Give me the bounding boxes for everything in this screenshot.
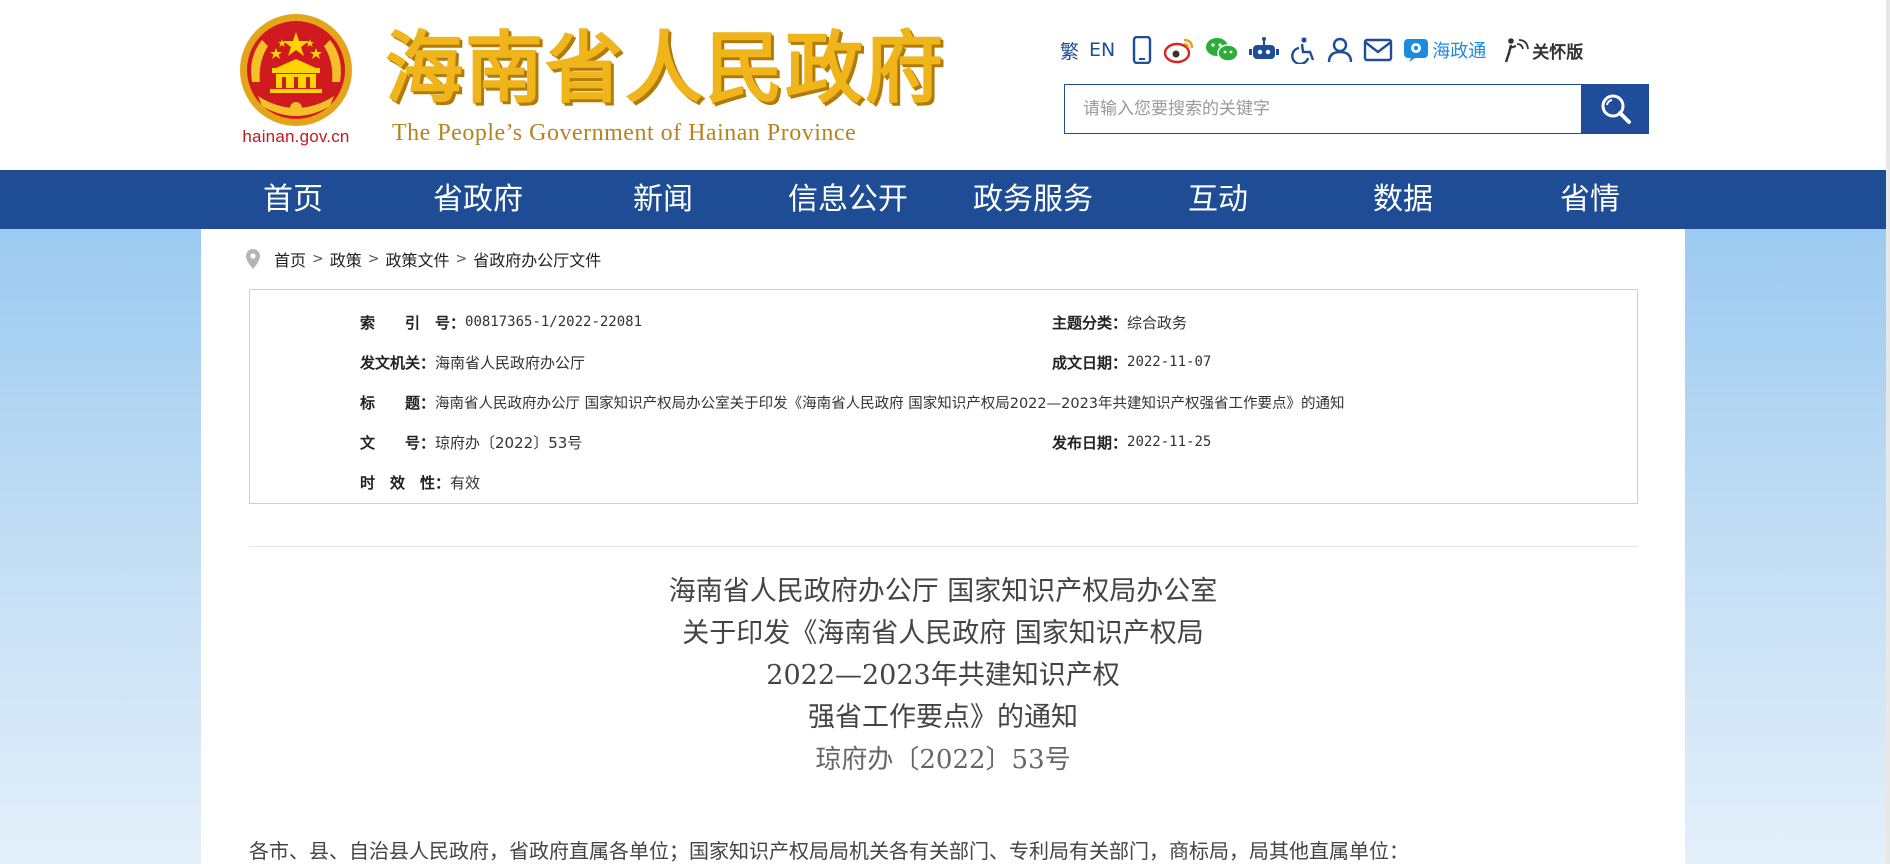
nav-item-interaction[interactable]: 互动 — [1188, 170, 1248, 229]
breadcrumb-policy-documents[interactable]: 政策文件 — [386, 247, 450, 271]
meta-validity-label: 时 效 性： — [360, 473, 451, 492]
search-input[interactable] — [1065, 85, 1581, 133]
nav-item-government[interactable]: 省政府 — [433, 170, 523, 229]
meta-issuer-value: 海南省人民政府办公厅 — [435, 353, 586, 372]
meta-title: 标 题： 海南省人民政府办公厅 国家知识产权局办公室关于印发《海南省人民政府 国… — [360, 392, 1345, 412]
meta-index: 索 引 号： 00817365-1/2022-22081 — [360, 312, 642, 332]
site-title-cn[interactable]: 海南省人民政府 — [385, 24, 945, 114]
english-link[interactable]: EN — [1089, 33, 1115, 67]
traditional-chinese-link[interactable]: 繁 — [1060, 33, 1079, 67]
meta-validity-value: 有效 — [450, 473, 481, 492]
elderly-mode-label: 关怀版 — [1532, 42, 1584, 63]
meta-docno-value: 琼府办〔2022〕53号 — [435, 433, 583, 452]
nav-item-disclosure[interactable]: 信息公开 — [788, 170, 908, 229]
meta-title-label: 标 题： — [360, 393, 436, 412]
meta-published-label: 发布日期： — [1052, 433, 1128, 452]
header-toolbar: 繁 EN 海政通 关怀版 — [1060, 33, 1593, 67]
national-emblem-icon[interactable] — [238, 12, 354, 128]
meta-topic: 主题分类： 综合政务 — [1052, 312, 1187, 332]
haizhengtong-link[interactable]: 海政通 — [1403, 33, 1486, 67]
breadcrumb-separator: > — [367, 251, 380, 267]
wechat-icon[interactable] — [1205, 33, 1239, 67]
elderly-care-icon — [1505, 38, 1530, 63]
meta-created-value: 2022-11-07 — [1127, 354, 1212, 370]
search-box — [1064, 84, 1582, 134]
meta-title-value: 海南省人民政府办公厅 国家知识产权局办公室关于印发《海南省人民政府 国家知识产权… — [435, 395, 1345, 412]
meta-created-date: 成文日期： 2022-11-07 — [1052, 352, 1211, 372]
site-header: hainan.gov.cn 海南省人民政府 The People’s Gover… — [0, 0, 1890, 170]
weibo-icon[interactable] — [1163, 33, 1195, 67]
breadcrumb-policy[interactable]: 政策 — [330, 247, 362, 271]
nav-item-province-info[interactable]: 省情 — [1560, 170, 1620, 229]
document-title: 海南省人民政府办公厅 国家知识产权局办公室 关于印发《海南省人民政府 国家知识产… — [201, 571, 1685, 739]
document-number: 琼府办〔2022〕53号 — [815, 745, 1071, 775]
content-divider — [249, 546, 1638, 547]
site-domain: hainan.gov.cn — [242, 127, 350, 146]
elderly-mode-link[interactable]: 关怀版 — [1502, 33, 1583, 67]
breadcrumb-separator: > — [312, 251, 324, 267]
accessibility-icon[interactable] — [1289, 33, 1317, 67]
mobile-icon[interactable] — [1131, 33, 1153, 67]
breadcrumb: 首页 > 政策 > 政策文件 > 省政府办公厅文件 — [246, 248, 601, 270]
user-icon[interactable] — [1327, 33, 1353, 67]
breadcrumb-separator: > — [455, 251, 468, 267]
robot-icon[interactable] — [1249, 33, 1280, 67]
mail-icon[interactable] — [1363, 33, 1393, 67]
document-title-line: 强省工作要点》的通知 — [808, 702, 1078, 733]
location-pin-icon — [246, 249, 260, 269]
meta-index-label: 索 引 号： — [360, 313, 466, 332]
meta-index-value: 00817365-1/2022-22081 — [465, 314, 643, 330]
document-metadata-table: 索 引 号： 00817365-1/2022-22081 主题分类： 综合政务 … — [249, 289, 1638, 504]
nav-item-news[interactable]: 新闻 — [633, 170, 693, 229]
main-nav: 首页 省政府 新闻 信息公开 政务服务 互动 数据 省情 — [0, 170, 1886, 229]
document-recipients: 各市、县、自治县人民政府，省政府直属各单位；国家知识产权局局机关各有关部门、专利… — [249, 839, 1409, 863]
document-title-line: 2022—2023年共建知识产权 — [766, 660, 1120, 691]
meta-issuer-label: 发文机关： — [360, 353, 436, 372]
meta-topic-value: 综合政务 — [1127, 313, 1188, 332]
meta-published-value: 2022-11-25 — [1127, 434, 1212, 450]
nav-item-data[interactable]: 数据 — [1373, 170, 1433, 229]
nav-item-services[interactable]: 政务服务 — [973, 170, 1093, 229]
meta-published-date: 发布日期： 2022-11-25 — [1052, 432, 1211, 452]
page-scrollbar[interactable] — [1886, 0, 1890, 864]
haizhengtong-label: 海政通 — [1432, 41, 1487, 62]
search-button[interactable] — [1582, 84, 1649, 134]
meta-validity: 时 效 性： 有效 — [360, 472, 480, 492]
search-icon — [1601, 94, 1631, 124]
breadcrumb-home[interactable]: 首页 — [274, 247, 306, 271]
nav-item-home[interactable]: 首页 — [263, 170, 323, 229]
content-panel: 首页 > 政策 > 政策文件 > 省政府办公厅文件 索 引 号： 0081736… — [201, 229, 1685, 864]
document-title-line: 关于印发《海南省人民政府 国家知识产权局 — [682, 618, 1204, 649]
meta-topic-label: 主题分类： — [1052, 313, 1128, 332]
meta-issuer: 发文机关： 海南省人民政府办公厅 — [360, 352, 585, 372]
breadcrumb-office-documents[interactable]: 省政府办公厅文件 — [473, 247, 601, 271]
meta-doc-number: 文 号： 琼府办〔2022〕53号 — [360, 432, 582, 452]
meta-docno-label: 文 号： — [360, 433, 436, 452]
meta-created-label: 成文日期： — [1052, 353, 1128, 372]
site-title-en: The People’s Government of Hainan Provin… — [392, 120, 857, 146]
document-title-line: 海南省人民政府办公厅 国家知识产权局办公室 — [668, 576, 1218, 607]
haizhengtong-icon — [1404, 39, 1429, 62]
